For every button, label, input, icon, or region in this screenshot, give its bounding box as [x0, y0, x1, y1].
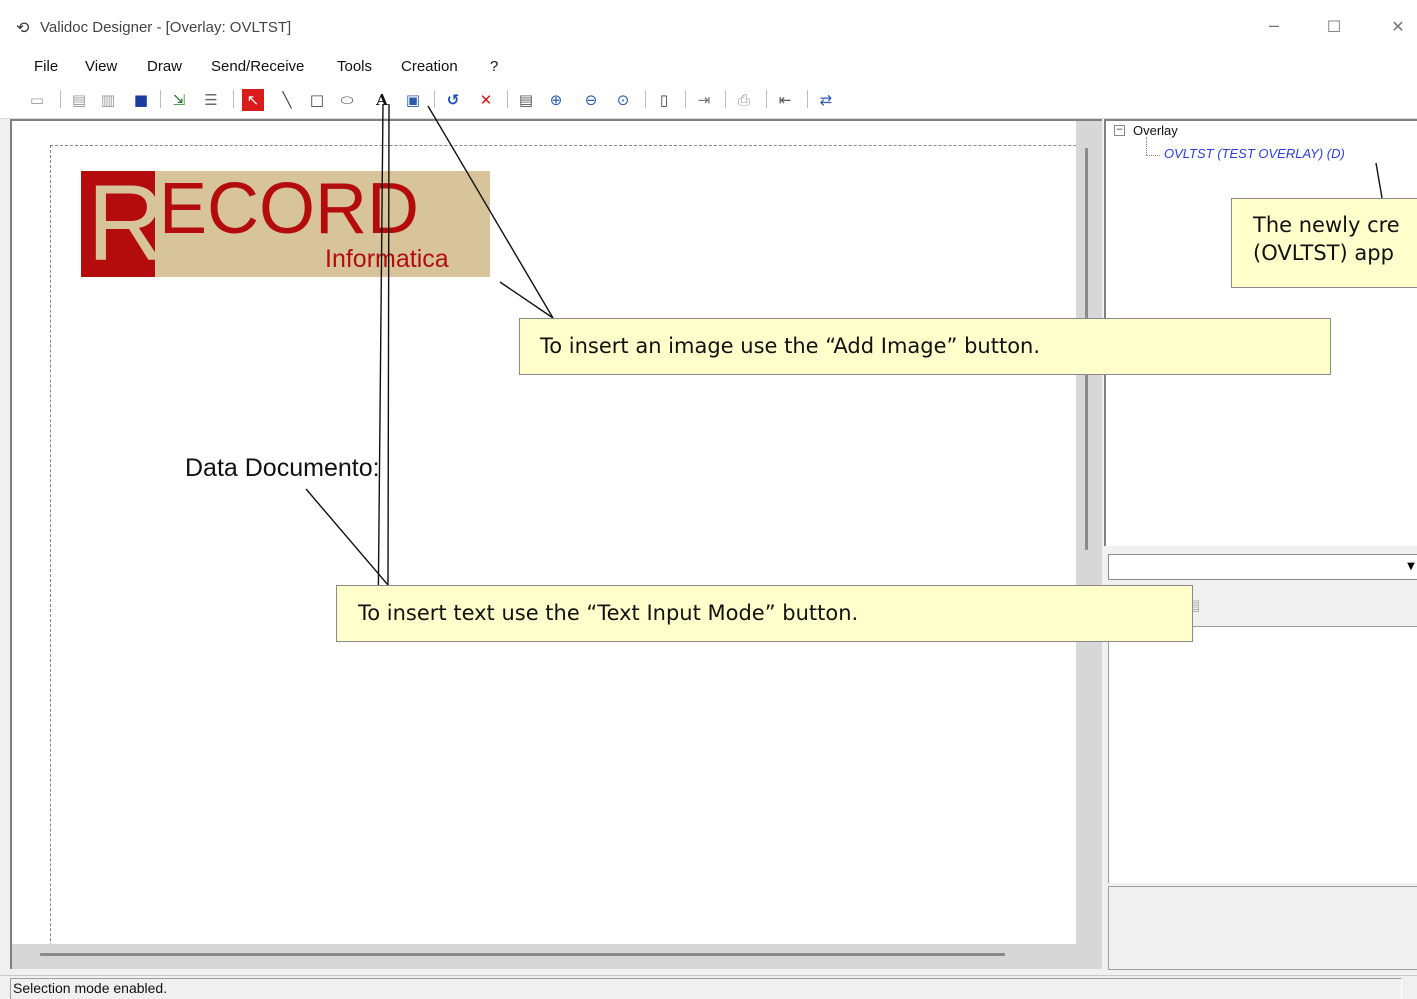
open-icon[interactable]: ▭	[26, 89, 48, 111]
rectangle-icon[interactable]: □	[306, 89, 328, 111]
collapse-icon[interactable]: −	[1114, 125, 1125, 136]
close-icon[interactable]: ✕	[1378, 14, 1417, 40]
zoom-out-icon[interactable]: ⊖	[580, 89, 602, 111]
toolbar-separator	[645, 90, 646, 108]
data-documento-label[interactable]: Data Documento:	[185, 454, 380, 483]
logo-subtitle: Informatica	[325, 245, 449, 273]
title-bar: ⟲ Validoc Designer - [Overlay: OVLTST] ─…	[0, 0, 1417, 54]
toolbar-separator	[807, 90, 808, 108]
logo-letter: R	[87, 162, 165, 283]
send-icon[interactable]: ⇲	[168, 89, 190, 111]
window-title: Validoc Designer - [Overlay: OVLTST]	[40, 19, 292, 36]
status-pane	[10, 978, 1402, 999]
text-input-callout: To insert text use the “Text Input Mode”…	[336, 585, 1193, 642]
preview-icon[interactable]: ▤	[515, 89, 537, 111]
property-grid[interactable]	[1108, 626, 1417, 883]
print-icon[interactable]: ⎙	[733, 89, 755, 111]
add-image-callout: To insert an image use the “Add Image” b…	[519, 318, 1331, 375]
minimize-icon[interactable]: ─	[1254, 14, 1294, 40]
maximize-icon[interactable]: ☐	[1314, 14, 1354, 40]
property-description	[1108, 886, 1417, 970]
logo-r-block: R	[81, 167, 165, 279]
chevron-down-icon[interactable]: ▼	[1404, 555, 1417, 579]
zoom-fit-icon[interactable]: ⊙	[612, 89, 634, 111]
object-selector-combo[interactable]: ▼	[1108, 554, 1417, 580]
add-image-callout-text: To insert an image use the “Add Image” b…	[540, 334, 1041, 358]
toolbar-separator	[233, 90, 234, 108]
menu-send-receive[interactable]: Send/Receive	[211, 58, 304, 75]
text-input-callout-text: To insert text use the “Text Input Mode”…	[358, 601, 859, 625]
ellipse-icon[interactable]: ⬭	[336, 89, 358, 111]
tree-item-ovltst[interactable]: OVLTST (TEST OVERLAY) (D)	[1164, 146, 1345, 161]
properties-icon[interactable]: ☰	[200, 89, 222, 111]
toolbar-separator	[685, 90, 686, 108]
menu-creation[interactable]: Creation	[401, 58, 458, 75]
toolbar-separator	[160, 90, 161, 108]
tree-connector	[1146, 137, 1147, 155]
page-icon[interactable]: ▯	[653, 89, 675, 111]
delete-icon[interactable]: ✕	[475, 89, 497, 111]
overlay-callout-line2: (OVLTST) app	[1253, 241, 1394, 265]
overlay-callout-line1: The newly cre	[1253, 213, 1400, 237]
horizontal-scrollbar[interactable]	[40, 953, 1005, 956]
menu-tools[interactable]: Tools	[337, 58, 372, 75]
toolbar: ▭ ▤ ▥ ■ ⇲ ☰ ↖ ╲ □ ⬭ A ▣ ↺ ✕ ▤ ⊕ ⊖ ⊙ ▯ ⇥ …	[0, 82, 1417, 119]
menu-bar: File View Draw Send/Receive Tools Creati…	[0, 54, 1417, 82]
text-input-mode-icon[interactable]: A	[371, 89, 393, 111]
line-icon[interactable]: ╲	[276, 89, 298, 111]
tree-connector	[1146, 155, 1160, 156]
toolbar-separator	[766, 90, 767, 108]
menu-view[interactable]: View	[85, 58, 117, 75]
toolbar-separator	[507, 90, 508, 108]
toolbar-separator	[725, 90, 726, 108]
status-text: Selection mode enabled.	[13, 980, 168, 996]
menu-draw[interactable]: Draw	[147, 58, 182, 75]
menu-help[interactable]: ?	[490, 58, 498, 75]
open-folder-icon[interactable]: ▥	[97, 89, 119, 111]
tree-root-overlay[interactable]: Overlay	[1133, 123, 1178, 138]
import-icon[interactable]: ⇤	[774, 89, 796, 111]
selection-mode-icon[interactable]: ↖	[242, 89, 264, 111]
logo-word: ECORD	[159, 169, 420, 249]
validoc-icon: ⟲	[16, 18, 30, 37]
transfer-icon[interactable]: ⇄	[815, 89, 837, 111]
menu-file[interactable]: File	[34, 58, 58, 75]
toolbar-separator	[60, 90, 61, 108]
zoom-in-icon[interactable]: ⊕	[545, 89, 567, 111]
new-icon[interactable]: ▤	[68, 89, 90, 111]
export-icon[interactable]: ⇥	[693, 89, 715, 111]
record-informatica-logo[interactable]: R ECORD Informatica	[81, 167, 490, 279]
toolbar-separator	[434, 90, 435, 108]
undo-icon[interactable]: ↺	[442, 89, 464, 111]
overlay-callout: The newly cre (OVLTST) app	[1231, 198, 1417, 288]
save-icon[interactable]: ■	[130, 89, 152, 111]
add-image-icon[interactable]: ▣	[402, 89, 424, 111]
